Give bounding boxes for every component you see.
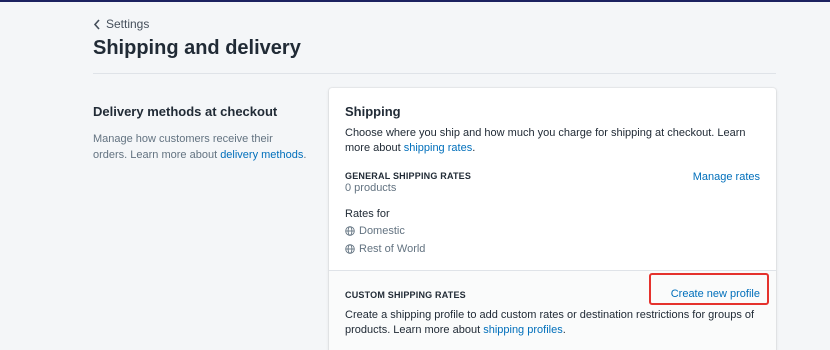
shipping-card: Shipping Choose where you ship and how m…: [329, 88, 776, 350]
breadcrumb-settings[interactable]: Settings: [93, 17, 149, 31]
custom-rates-description: Create a shipping profile to add custom …: [345, 309, 755, 336]
zone-domestic: Domestic: [345, 225, 405, 237]
rates-for-label: Rates for: [345, 208, 390, 220]
create-new-profile-link[interactable]: Create new profile: [671, 288, 760, 300]
shipping-profiles-link[interactable]: shipping profiles: [483, 324, 563, 336]
product-count: 0 products: [345, 182, 397, 194]
shipping-card-title: Shipping: [345, 104, 401, 119]
zone-name: Domestic: [359, 225, 405, 237]
delivery-methods-description: Manage how customers receive their order…: [93, 133, 307, 161]
delivery-methods-heading: Delivery methods at checkout: [93, 104, 278, 119]
page-title: Shipping and delivery: [93, 37, 301, 59]
custom-shipping-rates-heading: CUSTOM SHIPPING RATES: [345, 290, 466, 300]
chevron-left-icon: [93, 18, 100, 30]
manage-rates-link[interactable]: Manage rates: [693, 171, 760, 183]
shipping-card-description: Choose where you ship and how much you c…: [345, 127, 746, 154]
breadcrumb-label: Settings: [106, 17, 150, 31]
globe-icon: [345, 226, 355, 236]
general-shipping-rates-heading: GENERAL SHIPPING RATES: [345, 171, 472, 181]
zone-rest-of-world: Rest of World: [345, 243, 425, 255]
zone-name: Rest of World: [359, 243, 426, 255]
shipping-rates-link[interactable]: shipping rates: [404, 142, 473, 154]
title-divider: [93, 73, 776, 74]
card-divider: [329, 270, 776, 271]
globe-icon: [345, 244, 355, 254]
delivery-methods-link[interactable]: delivery methods: [220, 149, 303, 161]
